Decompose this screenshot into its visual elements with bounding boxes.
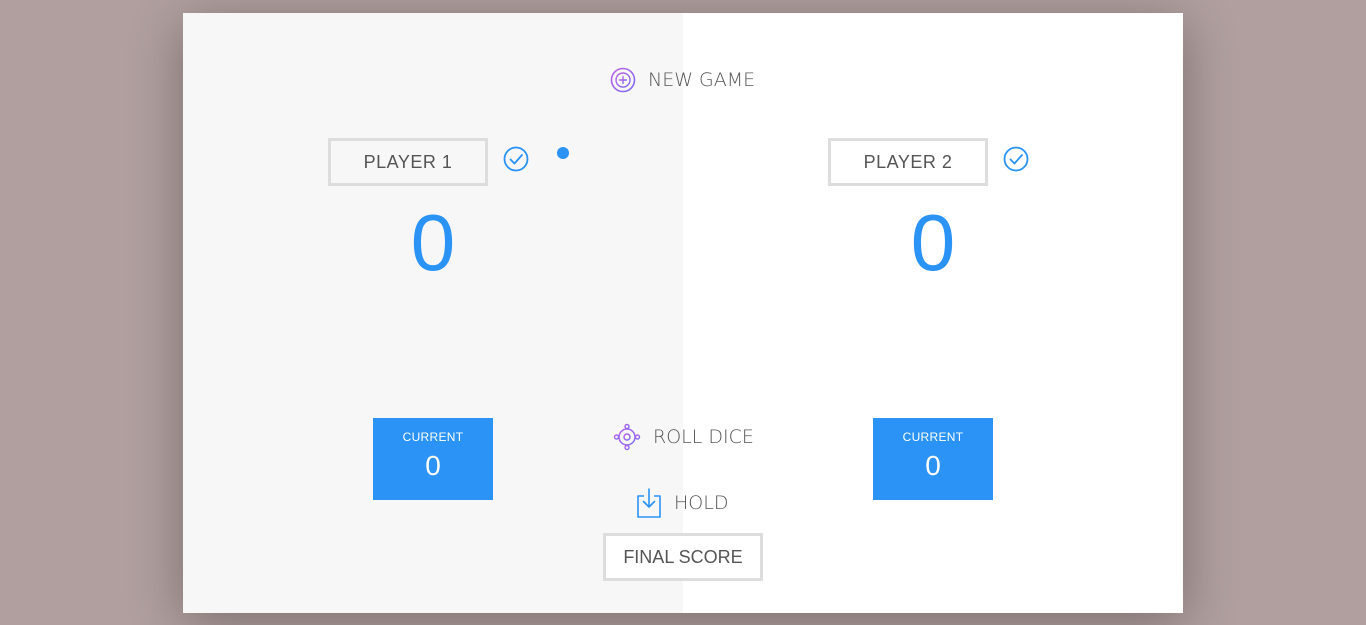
hold-label: HOLD (674, 492, 729, 514)
player-1-current-score: 0 (425, 450, 441, 481)
player-2-current-label: CURRENT (902, 430, 964, 444)
dice-roll-icon (613, 423, 641, 451)
download-icon (637, 488, 661, 518)
player-1-current-box: CURRENT 0 (373, 418, 493, 500)
roll-dice-label: ROLL DICE (653, 426, 754, 448)
active-player-dot-icon (557, 147, 569, 159)
player-1-current-label: CURRENT (402, 430, 464, 444)
player-2-name[interactable]: PLAYER 2 (828, 138, 988, 186)
hold-button[interactable]: HOLD (636, 487, 728, 519)
player-2-score: 0 (910, 198, 956, 287)
player-2-panel: PLAYER 2 0 CURRENT 0 (683, 13, 1183, 613)
game-board: PLAYER 1 0 CURRENT 0 PLAYER 2 0 CURRENT … (183, 13, 1183, 613)
player-1-panel: PLAYER 1 0 CURRENT 0 (183, 13, 683, 613)
player-1-name[interactable]: PLAYER 1 (328, 138, 488, 186)
player-1-score: 0 (410, 198, 456, 287)
player-2-current-box: CURRENT 0 (873, 418, 993, 500)
final-score-input[interactable] (603, 533, 763, 581)
plus-circle-icon (610, 67, 636, 93)
check-circle-icon (503, 146, 529, 172)
check-circle-icon (1003, 146, 1029, 172)
player-2-current-score: 0 (925, 450, 941, 481)
new-game-button[interactable]: NEW GAME (610, 67, 755, 93)
roll-dice-button[interactable]: ROLL DICE (613, 423, 754, 451)
new-game-label: NEW GAME (648, 69, 756, 91)
